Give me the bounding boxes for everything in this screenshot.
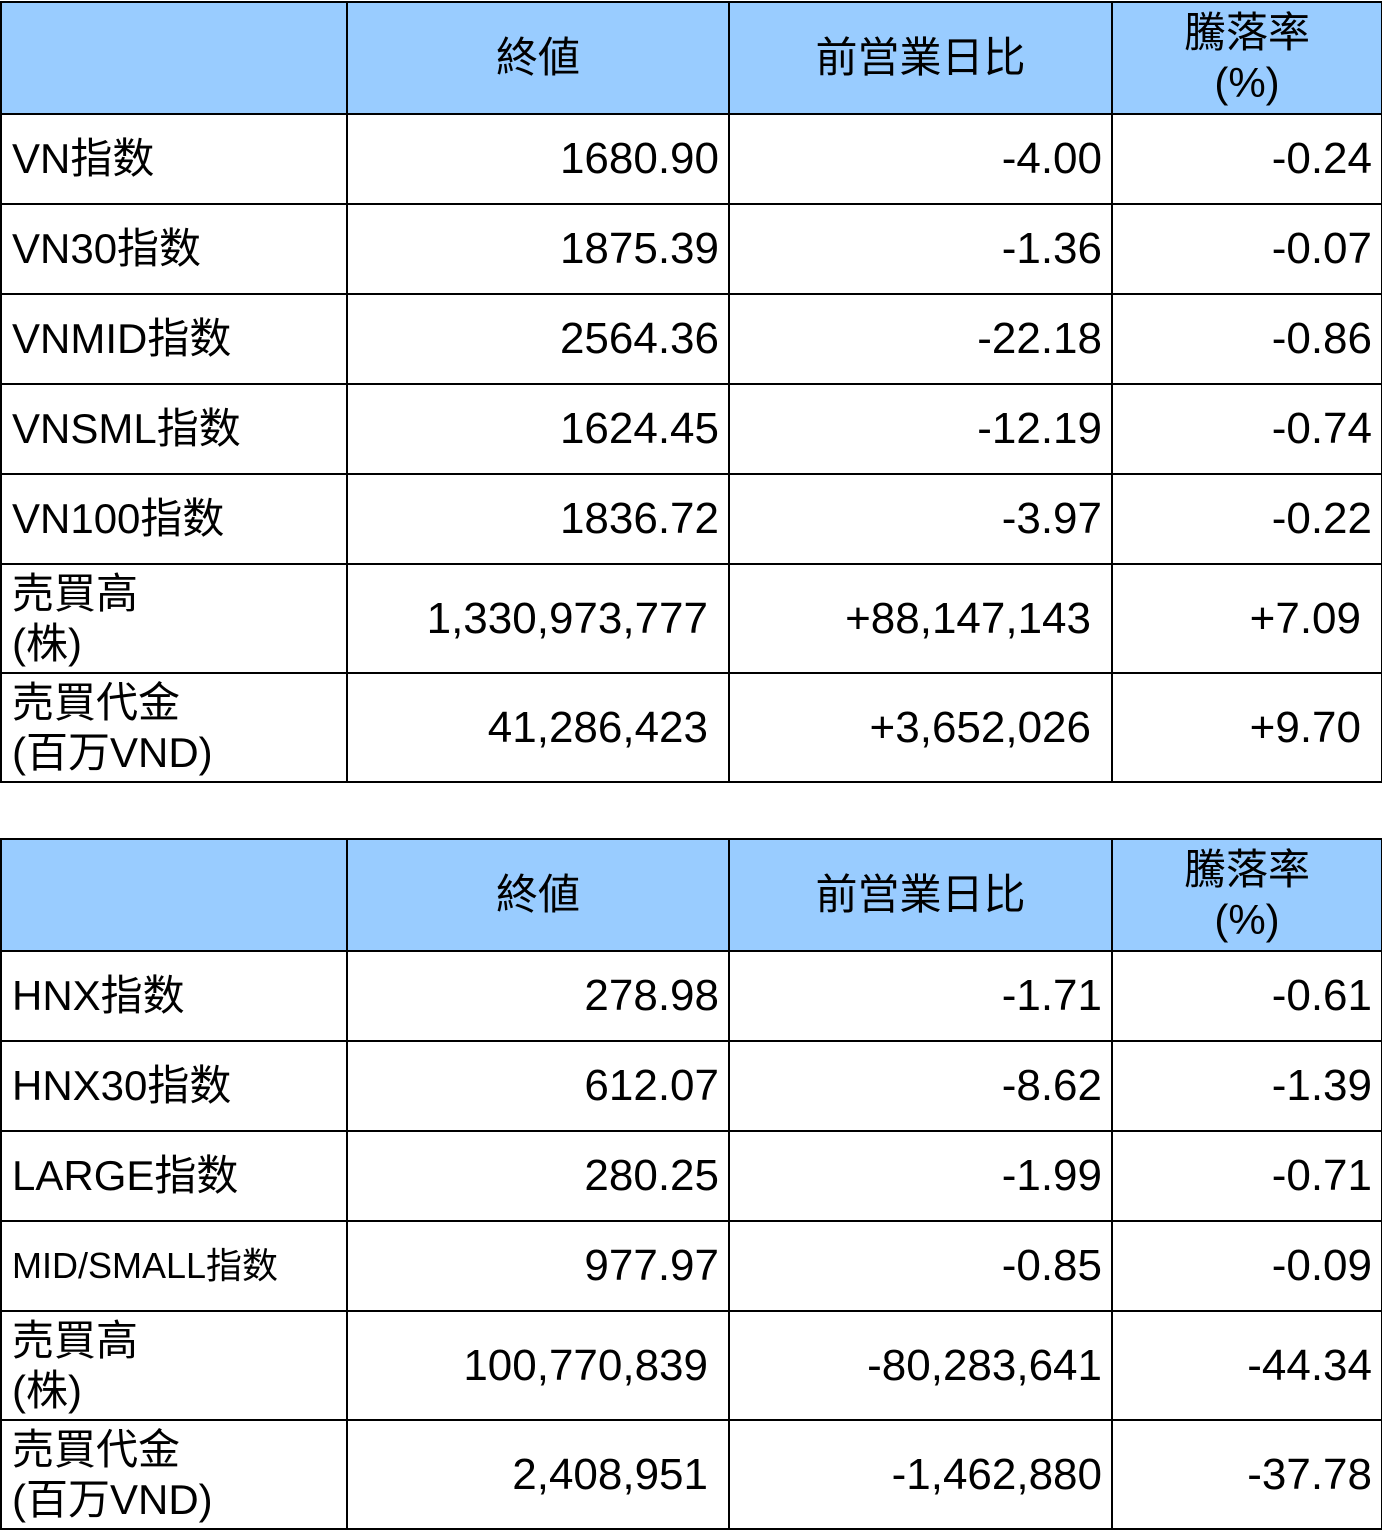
header-change: 前営業日比 <box>728 1 1113 115</box>
table-row: VN100指数 1836.72 -3.97 -0.22 <box>0 473 1382 565</box>
row-close: 278.98 <box>346 950 730 1042</box>
row-name: 売買代金 (百万VND) <box>0 1419 348 1530</box>
row-name: 売買高 (株) <box>0 1310 348 1421</box>
row-change: -1.36 <box>728 203 1113 295</box>
row-name-unit: (株) <box>12 619 82 667</box>
row-close: 612.07 <box>346 1040 730 1132</box>
header-pct: 騰落率 (%) <box>1111 838 1382 952</box>
row-close: 41,286,423 <box>346 672 730 783</box>
header-row: 終値 前営業日比 騰落率 (%) <box>0 1 1382 115</box>
row-pct: -0.22 <box>1111 473 1382 565</box>
row-close: 2564.36 <box>346 293 730 385</box>
header-change: 前営業日比 <box>728 838 1113 952</box>
header-name-cell <box>0 1 348 115</box>
row-change: -12.19 <box>728 383 1113 475</box>
table-row: 売買高 (株) 1,330,973,777 +88,147,143 +7.09 <box>0 563 1382 674</box>
header-name-cell <box>0 838 348 952</box>
row-name-unit: (百万VND) <box>12 1475 213 1523</box>
row-name: VN指数 <box>0 113 348 205</box>
header-pct-label: 騰落率 <box>1183 846 1310 893</box>
row-close: 977.97 <box>346 1220 730 1312</box>
row-change: +88,147,143 <box>728 563 1113 674</box>
table-row: VN指数 1680.90 -4.00 -0.24 <box>0 113 1382 205</box>
row-name: VN30指数 <box>0 203 348 295</box>
row-pct: -0.71 <box>1111 1130 1382 1222</box>
row-pct: -0.86 <box>1111 293 1382 385</box>
table-row: MID/SMALL指数 977.97 -0.85 -0.09 <box>0 1220 1382 1312</box>
row-pct: -0.61 <box>1111 950 1382 1042</box>
row-pct: -0.24 <box>1111 113 1382 205</box>
row-close: 280.25 <box>346 1130 730 1222</box>
row-close: 1836.72 <box>346 473 730 565</box>
row-change: +3,652,026 <box>728 672 1113 783</box>
table-row: HNX指数 278.98 -1.71 -0.61 <box>0 950 1382 1042</box>
row-pct: +7.09 <box>1111 563 1382 674</box>
table-row: LARGE指数 280.25 -1.99 -0.71 <box>0 1130 1382 1222</box>
row-name-label: 売買高 <box>12 569 139 617</box>
row-name: VNSML指数 <box>0 383 348 475</box>
row-pct: -1.39 <box>1111 1040 1382 1132</box>
header-pct-unit: (%) <box>1214 896 1280 943</box>
row-change: -4.00 <box>728 113 1113 205</box>
row-change: -80,283,641 <box>728 1310 1113 1421</box>
row-change: -1.71 <box>728 950 1113 1042</box>
hose-index-table: 終値 前営業日比 騰落率 (%) VN指数 1680.90 -4.00 -0.2… <box>0 1 1382 783</box>
header-pct-label: 騰落率 <box>1183 9 1310 56</box>
header-pct-unit: (%) <box>1214 59 1280 106</box>
row-name-label: 売買高 <box>12 1316 139 1364</box>
row-close: 1,330,973,777 <box>346 563 730 674</box>
row-name: HNX30指数 <box>0 1040 348 1132</box>
row-name: 売買代金 (百万VND) <box>0 672 348 783</box>
header-row: 終値 前営業日比 騰落率 (%) <box>0 838 1382 952</box>
table-row: VNSML指数 1624.45 -12.19 -0.74 <box>0 383 1382 475</box>
row-name: 売買高 (株) <box>0 563 348 674</box>
row-pct: +9.70 <box>1111 672 1382 783</box>
row-name: MID/SMALL指数 <box>0 1220 348 1312</box>
row-close: 1624.45 <box>346 383 730 475</box>
row-name: HNX指数 <box>0 950 348 1042</box>
row-pct: -44.34 <box>1111 1310 1382 1421</box>
table-row: HNX30指数 612.07 -8.62 -1.39 <box>0 1040 1382 1132</box>
row-change: -3.97 <box>728 473 1113 565</box>
header-close: 終値 <box>346 838 730 952</box>
row-name: VNMID指数 <box>0 293 348 385</box>
row-pct: -0.09 <box>1111 1220 1382 1312</box>
row-close: 100,770,839 <box>346 1310 730 1421</box>
row-close: 2,408,951 <box>346 1419 730 1530</box>
row-change: -0.85 <box>728 1220 1113 1312</box>
row-pct: -0.07 <box>1111 203 1382 295</box>
header-pct: 騰落率 (%) <box>1111 1 1382 115</box>
row-close: 1680.90 <box>346 113 730 205</box>
row-change: -8.62 <box>728 1040 1113 1132</box>
hnx-index-table: 終値 前営業日比 騰落率 (%) HNX指数 278.98 -1.71 -0.6… <box>0 838 1382 1530</box>
table-row: VN30指数 1875.39 -1.36 -0.07 <box>0 203 1382 295</box>
row-name: LARGE指数 <box>0 1130 348 1222</box>
row-change: -1.99 <box>728 1130 1113 1222</box>
row-name-unit: (株) <box>12 1366 82 1414</box>
row-name-unit: (百万VND) <box>12 728 213 776</box>
row-name: VN100指数 <box>0 473 348 565</box>
row-change: -22.18 <box>728 293 1113 385</box>
header-close: 終値 <box>346 1 730 115</box>
table-row: 売買代金 (百万VND) 2,408,951 -1,462,880 -37.78 <box>0 1419 1382 1530</box>
table-row: VNMID指数 2564.36 -22.18 -0.86 <box>0 293 1382 385</box>
row-name-label: 売買代金 <box>12 678 181 726</box>
row-change: -1,462,880 <box>728 1419 1113 1530</box>
row-name-label: 売買代金 <box>12 1425 181 1473</box>
row-pct: -37.78 <box>1111 1419 1382 1530</box>
table-row: 売買代金 (百万VND) 41,286,423 +3,652,026 +9.70 <box>0 672 1382 783</box>
row-pct: -0.74 <box>1111 383 1382 475</box>
table-row: 売買高 (株) 100,770,839 -80,283,641 -44.34 <box>0 1310 1382 1421</box>
row-close: 1875.39 <box>346 203 730 295</box>
